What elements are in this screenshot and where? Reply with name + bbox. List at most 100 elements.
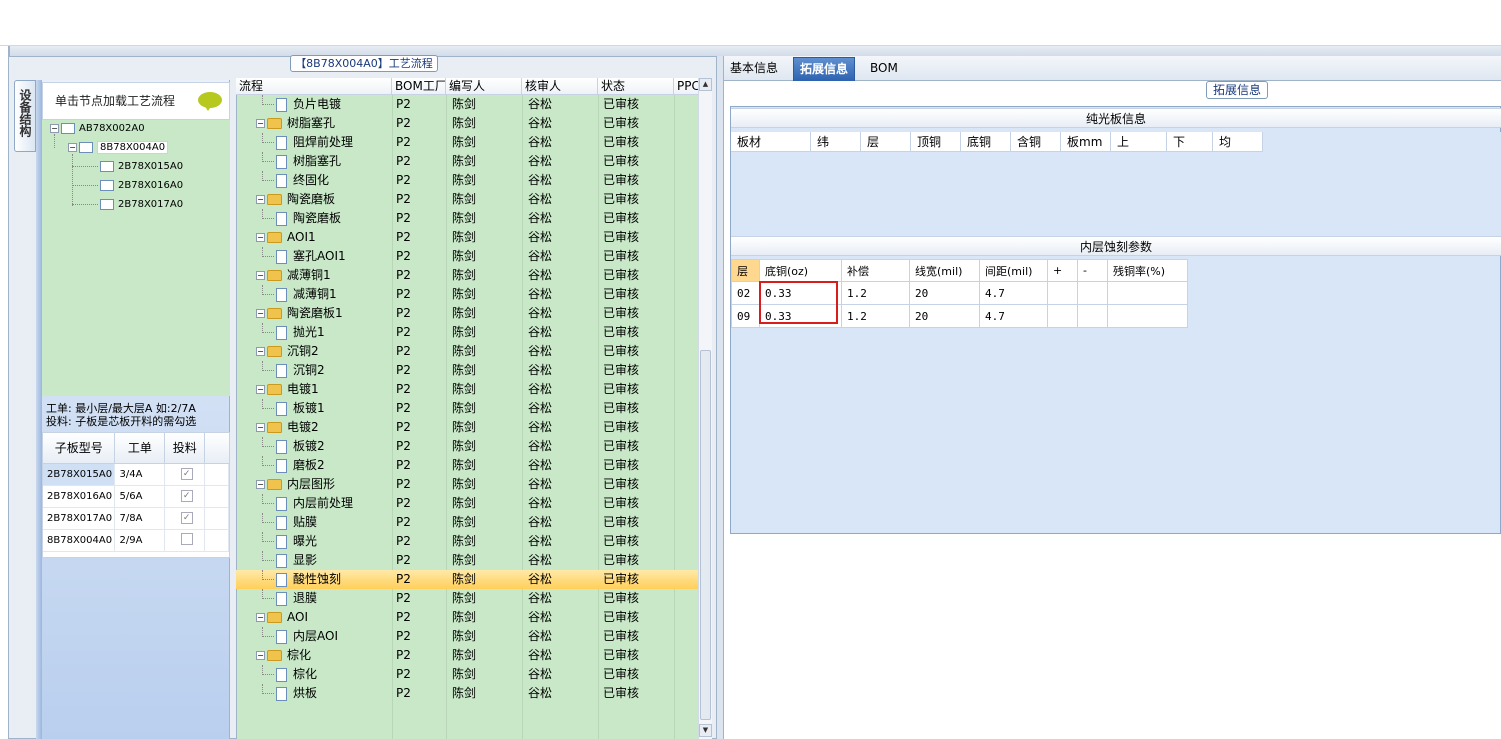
col-header-layer[interactable]: 层 bbox=[731, 259, 760, 282]
flow-row[interactable]: 树脂塞孔 P2 陈剑 谷松 已审核 bbox=[236, 152, 698, 171]
cell-residual-rate[interactable] bbox=[1107, 304, 1188, 328]
collapse-toggle-icon[interactable]: − bbox=[256, 651, 265, 660]
col-header-base-copper[interactable]: 底铜(oz) bbox=[759, 259, 842, 282]
flow-row[interactable]: 退膜 P2 陈剑 谷松 已审核 bbox=[236, 589, 698, 608]
col-header[interactable]: 均 bbox=[1213, 132, 1263, 152]
flow-scrollbar[interactable]: ▲ ▼ bbox=[698, 78, 712, 739]
tree-node-root[interactable]: − AB78X002A0 bbox=[50, 120, 145, 137]
flow-row[interactable]: 减薄铜1 P2 陈剑 谷松 已审核 bbox=[236, 285, 698, 304]
scroll-thumb[interactable] bbox=[700, 350, 711, 720]
tab-device-structure[interactable]: 设备结构 bbox=[14, 80, 36, 152]
col-header-feed[interactable]: 投料 bbox=[164, 433, 206, 464]
col-header[interactable]: 上 bbox=[1111, 132, 1167, 152]
feed-checkbox[interactable]: ✓ bbox=[180, 468, 193, 480]
flow-row[interactable]: 塞孔AOI1 P2 陈剑 谷松 已审核 bbox=[236, 247, 698, 266]
tab-extended-info[interactable]: 拓展信息 bbox=[793, 57, 856, 81]
cell-minus[interactable] bbox=[1077, 304, 1108, 328]
flow-row[interactable]: 烘板 P2 陈剑 谷松 已审核 bbox=[236, 684, 698, 703]
top-splitter[interactable] bbox=[8, 46, 1501, 56]
collapse-toggle-icon[interactable]: − bbox=[256, 613, 265, 622]
flow-row[interactable]: − 电镀1 P2 陈剑 谷松 已审核 bbox=[236, 380, 698, 399]
tab-basic-info[interactable]: 基本信息 bbox=[724, 57, 784, 81]
collapse-toggle-icon[interactable]: − bbox=[256, 347, 265, 356]
col-header-flow[interactable]: 流程 bbox=[236, 78, 392, 95]
col-header-residual-rate[interactable]: 残铜率(%) bbox=[1107, 259, 1188, 282]
tree-leaf[interactable]: 2B78X015A0 bbox=[100, 158, 183, 175]
cell-plus[interactable] bbox=[1047, 304, 1078, 328]
cell-compensation[interactable]: 1.2 bbox=[841, 304, 910, 328]
table-row[interactable]: 2B78X017A0 7/8A ✓ bbox=[43, 507, 229, 530]
col-header[interactable]: 底铜 bbox=[961, 132, 1011, 152]
collapse-toggle-icon[interactable]: − bbox=[256, 195, 265, 204]
flow-row[interactable]: 磨板2 P2 陈剑 谷松 已审核 bbox=[236, 456, 698, 475]
flow-row[interactable]: 终固化 P2 陈剑 谷松 已审核 bbox=[236, 171, 698, 190]
feed-checkbox[interactable] bbox=[180, 532, 193, 545]
cell-order[interactable]: 5/6A bbox=[114, 485, 166, 508]
col-header-model[interactable]: 子板型号 bbox=[43, 433, 116, 464]
col-header[interactable]: 层 bbox=[861, 132, 911, 152]
flow-row[interactable]: − 减薄铜1 P2 陈剑 谷松 已审核 bbox=[236, 266, 698, 285]
flow-row[interactable]: − 陶瓷磨板 P2 陈剑 谷松 已审核 bbox=[236, 190, 698, 209]
flow-row[interactable]: − AOI1 P2 陈剑 谷松 已审核 bbox=[236, 228, 698, 247]
collapse-toggle-icon[interactable]: − bbox=[256, 271, 265, 280]
cell-plus[interactable] bbox=[1047, 281, 1078, 305]
cell-spacing[interactable]: 4.7 bbox=[979, 304, 1048, 328]
col-header-line-width[interactable]: 线宽(mil) bbox=[909, 259, 980, 282]
cell-order[interactable]: 2/9A bbox=[114, 529, 166, 552]
flow-row[interactable]: − 内层图形 P2 陈剑 谷松 已审核 bbox=[236, 475, 698, 494]
collapse-toggle-icon[interactable]: − bbox=[256, 309, 265, 318]
flow-row[interactable]: 内层AOI P2 陈剑 谷松 已审核 bbox=[236, 627, 698, 646]
flow-row[interactable]: 负片电镀 P2 陈剑 谷松 已审核 bbox=[236, 95, 698, 114]
col-header-status[interactable]: 状态 bbox=[598, 78, 674, 95]
flow-row[interactable]: − 棕化 P2 陈剑 谷松 已审核 bbox=[236, 646, 698, 665]
flow-row[interactable]: − 沉铜2 P2 陈剑 谷松 已审核 bbox=[236, 342, 698, 361]
col-header[interactable]: 板mm bbox=[1061, 132, 1111, 152]
col-header-ppc[interactable]: PPC bbox=[674, 78, 698, 95]
flow-row[interactable]: − AOI P2 陈剑 谷松 已审核 bbox=[236, 608, 698, 627]
feed-checkbox[interactable]: ✓ bbox=[180, 512, 193, 524]
cell-compensation[interactable]: 1.2 bbox=[841, 281, 910, 305]
scroll-down-button[interactable]: ▼ bbox=[699, 724, 712, 737]
col-header[interactable]: 纬 bbox=[811, 132, 861, 152]
flow-row[interactable]: 内层前处理 P2 陈剑 谷松 已审核 bbox=[236, 494, 698, 513]
flow-row[interactable]: 显影 P2 陈剑 谷松 已审核 bbox=[236, 551, 698, 570]
table-row[interactable]: 2B78X015A0 3/4A ✓ bbox=[43, 463, 229, 486]
table-row[interactable]: 2B78X016A0 5/6A ✓ bbox=[43, 485, 229, 508]
collapse-toggle-icon[interactable]: − bbox=[256, 119, 265, 128]
flow-row[interactable]: 板镀1 P2 陈剑 谷松 已审核 bbox=[236, 399, 698, 418]
flow-row[interactable]: 曝光 P2 陈剑 谷松 已审核 bbox=[236, 532, 698, 551]
col-header-spacing[interactable]: 间距(mil) bbox=[979, 259, 1048, 282]
flow-row[interactable]: 沉铜2 P2 陈剑 谷松 已审核 bbox=[236, 361, 698, 380]
col-header-order[interactable]: 工单 bbox=[114, 433, 166, 464]
cell-line-width[interactable]: 20 bbox=[909, 281, 980, 305]
cell-order[interactable]: 3/4A bbox=[114, 463, 166, 486]
flow-row[interactable]: 抛光1 P2 陈剑 谷松 已审核 bbox=[236, 323, 698, 342]
col-header-plus[interactable]: + bbox=[1047, 259, 1078, 282]
flow-row[interactable]: 阻焊前处理 P2 陈剑 谷松 已审核 bbox=[236, 133, 698, 152]
cell-spacing[interactable]: 4.7 bbox=[979, 281, 1048, 305]
flow-row[interactable]: 板镀2 P2 陈剑 谷松 已审核 bbox=[236, 437, 698, 456]
col-header[interactable]: 板材 bbox=[731, 132, 811, 152]
cell-residual-rate[interactable] bbox=[1107, 281, 1188, 305]
collapse-toggle-icon[interactable]: − bbox=[256, 233, 265, 242]
feed-checkbox[interactable]: ✓ bbox=[180, 490, 193, 502]
flow-row[interactable]: − 电镀2 P2 陈剑 谷松 已审核 bbox=[236, 418, 698, 437]
cell-order[interactable]: 7/8A bbox=[114, 507, 166, 530]
col-header-compensation[interactable]: 补偿 bbox=[841, 259, 910, 282]
col-header-minus[interactable]: - bbox=[1077, 259, 1108, 282]
flow-row[interactable]: − 树脂塞孔 P2 陈剑 谷松 已审核 bbox=[236, 114, 698, 133]
cell-minus[interactable] bbox=[1077, 281, 1108, 305]
scroll-up-button[interactable]: ▲ bbox=[699, 78, 712, 91]
tree-leaf[interactable]: 2B78X017A0 bbox=[100, 196, 183, 213]
col-header[interactable]: 含铜 bbox=[1011, 132, 1061, 152]
tab-bom[interactable]: BOM bbox=[864, 57, 904, 81]
tree-leaf[interactable]: 2B78X016A0 bbox=[100, 177, 183, 194]
col-header[interactable]: 顶铜 bbox=[911, 132, 961, 152]
flow-row[interactable]: 酸性蚀刻 P2 陈剑 谷松 已审核 bbox=[236, 570, 698, 589]
col-header-reviewer[interactable]: 核审人 bbox=[522, 78, 598, 95]
tree-node-child[interactable]: −8B78X004A0 bbox=[68, 139, 169, 156]
collapse-toggle-icon[interactable]: − bbox=[256, 480, 265, 489]
flow-row[interactable]: − 陶瓷磨板1 P2 陈剑 谷松 已审核 bbox=[236, 304, 698, 323]
collapse-toggle-icon[interactable]: − bbox=[256, 423, 265, 432]
vertical-splitter[interactable] bbox=[716, 56, 724, 739]
